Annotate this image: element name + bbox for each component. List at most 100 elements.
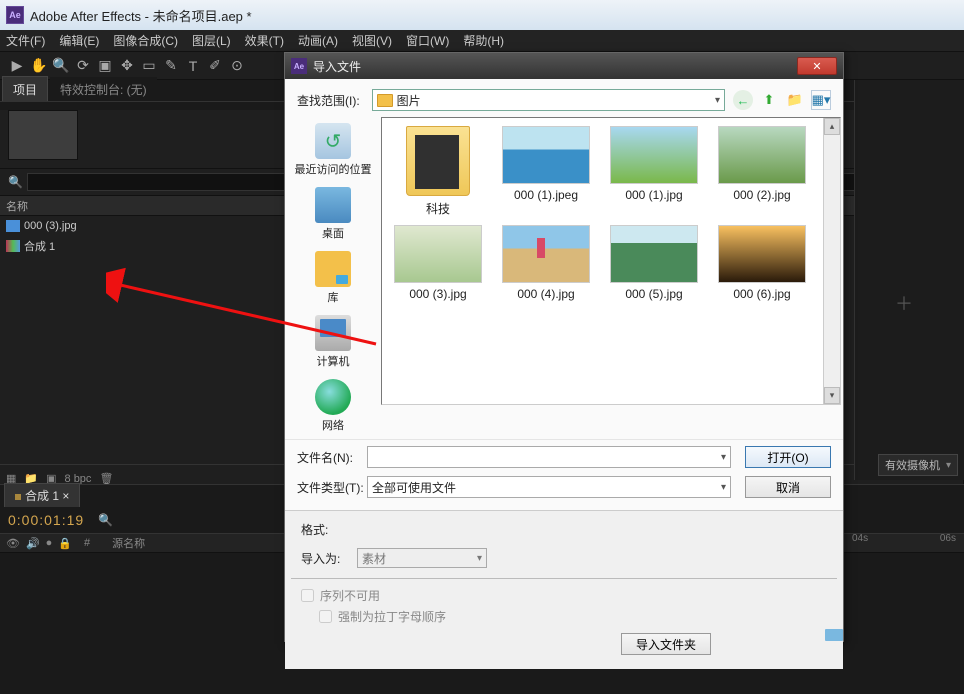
source-name-col: 源名称 — [112, 535, 145, 551]
image-thumb-icon — [502, 126, 590, 184]
viewer-panel: ＋ — [854, 80, 964, 480]
timeline-search-icon[interactable]: 🔍 — [98, 513, 113, 527]
tool-rotate[interactable]: ⟳ — [72, 55, 94, 77]
file-browser: 最近访问的位置 桌面 库 计算机 网络 科技 000 (1).jpeg 000 … — [285, 117, 843, 439]
tab-project[interactable]: 项目 — [2, 76, 48, 101]
nav-back-icon[interactable]: ← — [733, 90, 753, 110]
dialog-body: 查找范围(I): 图片 ▾ ← ⬆ 📁 ▦▾ 最近访问的位置 桌面 库 计算机 … — [285, 79, 843, 669]
file-icon — [6, 220, 20, 232]
tool-hand[interactable]: ✋ — [28, 55, 50, 77]
sidebar-item-recent[interactable]: 最近访问的位置 — [295, 121, 372, 179]
search-icon: 🔍 — [8, 175, 23, 189]
menu-view[interactable]: 视图(V) — [352, 32, 392, 49]
menu-effect[interactable]: 效果(T) — [245, 32, 284, 49]
image-thumb-icon — [610, 126, 698, 184]
nav-viewmode-icon[interactable]: ▦▾ — [811, 90, 831, 110]
desktop-icon — [315, 187, 351, 223]
sidebar-item-desktop[interactable]: 桌面 — [315, 185, 351, 243]
menu-help[interactable]: 帮助(H) — [463, 32, 504, 49]
sidebar-label: 网络 — [322, 417, 344, 433]
import-as-select[interactable]: 素材 — [357, 548, 487, 568]
audio-icon[interactable]: 🔊 — [26, 537, 40, 550]
tool-camera[interactable]: ▣ — [94, 55, 116, 77]
nav-up-icon[interactable]: ⬆ — [759, 90, 779, 110]
file-item[interactable]: 000 (6).jpg — [714, 225, 810, 301]
menu-bar: 文件(F) 编辑(E) 图像合成(C) 图层(L) 效果(T) 动画(A) 视图… — [0, 30, 964, 52]
solo-icon[interactable]: ● — [46, 537, 53, 550]
file-label: 000 (1).jpeg — [514, 188, 578, 202]
menu-animation[interactable]: 动画(A) — [298, 32, 338, 49]
folder-icon — [377, 94, 393, 107]
menu-file[interactable]: 文件(F) — [6, 32, 45, 49]
file-label: 000 (3).jpg — [409, 287, 466, 301]
latin-label: 强制为拉丁字母顺序 — [338, 608, 446, 625]
file-grid[interactable]: 科技 000 (1).jpeg 000 (1).jpg 000 (2).jpg … — [381, 117, 841, 405]
sequence-checkbox-row: 序列不可用 — [301, 587, 827, 604]
tool-clone[interactable]: ⊙ — [226, 55, 248, 77]
menu-layer[interactable]: 图层(L) — [192, 32, 231, 49]
import-as-label: 导入为: — [301, 550, 357, 567]
tool-selection[interactable]: ▶ — [6, 55, 28, 77]
sidebar-item-computer[interactable]: 计算机 — [315, 313, 351, 371]
tool-zoom[interactable]: 🔍 — [50, 55, 72, 77]
cancel-button[interactable]: 取消 — [745, 476, 831, 498]
file-item[interactable]: 000 (4).jpg — [498, 225, 594, 301]
latin-checkbox — [319, 610, 332, 623]
open-button[interactable]: 打开(O) — [745, 446, 831, 468]
lookin-label: 查找范围(I): — [297, 92, 360, 109]
lock-icon[interactable]: 🔒 — [58, 537, 72, 550]
sequence-checkbox — [301, 589, 314, 602]
tool-text[interactable]: T — [182, 55, 204, 77]
timeline-tab-label: 合成 1 — [25, 489, 59, 503]
menu-edit[interactable]: 编辑(E) — [59, 32, 99, 49]
filetype-select[interactable]: 全部可使用文件 — [367, 476, 731, 498]
sequence-label: 序列不可用 — [320, 587, 380, 604]
current-timecode[interactable]: 0:00:01:19 — [8, 512, 84, 528]
active-camera-select[interactable]: 有效摄像机 — [878, 454, 958, 476]
file-item[interactable]: 000 (1).jpeg — [498, 126, 594, 217]
file-item[interactable]: 000 (5).jpg — [606, 225, 702, 301]
viewer-crosshair-icon: ＋ — [895, 290, 913, 316]
dialog-titlebar[interactable]: Ae 导入文件 ✕ — [285, 53, 843, 79]
timeline-tab-comp1[interactable]: 合成 1 × — [4, 483, 80, 507]
active-dot-icon — [15, 494, 21, 500]
menu-window[interactable]: 窗口(W) — [406, 32, 449, 49]
filetype-label: 文件类型(T): — [297, 479, 367, 496]
file-label: 000 (2).jpg — [733, 188, 790, 202]
lookin-select[interactable]: 图片 ▾ — [372, 89, 725, 111]
tool-brush[interactable]: ✐ — [204, 55, 226, 77]
tab-effect-controls[interactable]: 特效控制台: (无) — [50, 77, 157, 101]
tool-rect[interactable]: ▭ — [138, 55, 160, 77]
image-thumb-icon — [610, 225, 698, 283]
eye-icon[interactable]: 👁 — [6, 537, 20, 550]
recent-icon — [315, 123, 351, 159]
library-icon — [315, 251, 351, 287]
file-label: 000 (5).jpg — [625, 287, 682, 301]
import-file-dialog: Ae 导入文件 ✕ 查找范围(I): 图片 ▾ ← ⬆ 📁 ▦▾ 最近访问的位置… — [284, 52, 844, 642]
separator — [291, 578, 837, 579]
nav-newfolder-icon[interactable]: 📁 — [785, 90, 805, 110]
project-preview-thumb — [8, 110, 78, 160]
ruler-tick: 06s — [940, 533, 956, 553]
import-folder-button[interactable]: 导入文件夹 — [621, 633, 711, 655]
lookin-value: 图片 — [397, 92, 421, 109]
dialog-title: 导入文件 — [313, 58, 797, 75]
file-item[interactable]: 000 (2).jpg — [714, 126, 810, 217]
scroll-up-icon[interactable]: ▴ — [824, 118, 840, 135]
tool-pen[interactable]: ✎ — [160, 55, 182, 77]
file-item[interactable]: 000 (1).jpg — [606, 126, 702, 217]
file-item[interactable]: 000 (3).jpg — [390, 225, 486, 301]
file-grid-scrollbar[interactable]: ▴ ▾ — [823, 118, 840, 404]
dialog-close-button[interactable]: ✕ — [797, 57, 837, 75]
import-as-value: 素材 — [362, 550, 386, 567]
sidebar-item-library[interactable]: 库 — [315, 249, 351, 307]
file-item-folder[interactable]: 科技 — [390, 126, 486, 217]
menu-composition[interactable]: 图像合成(C) — [113, 32, 178, 49]
sidebar-item-network[interactable]: 网络 — [315, 377, 351, 435]
app-title: Adobe After Effects - 未命名项目.aep * — [30, 6, 252, 25]
filename-input[interactable] — [367, 446, 731, 468]
network-icon — [315, 379, 351, 415]
tool-anchor[interactable]: ✥ — [116, 55, 138, 77]
scroll-down-icon[interactable]: ▾ — [824, 387, 840, 404]
time-ruler[interactable]: 04s 06s — [844, 533, 964, 553]
